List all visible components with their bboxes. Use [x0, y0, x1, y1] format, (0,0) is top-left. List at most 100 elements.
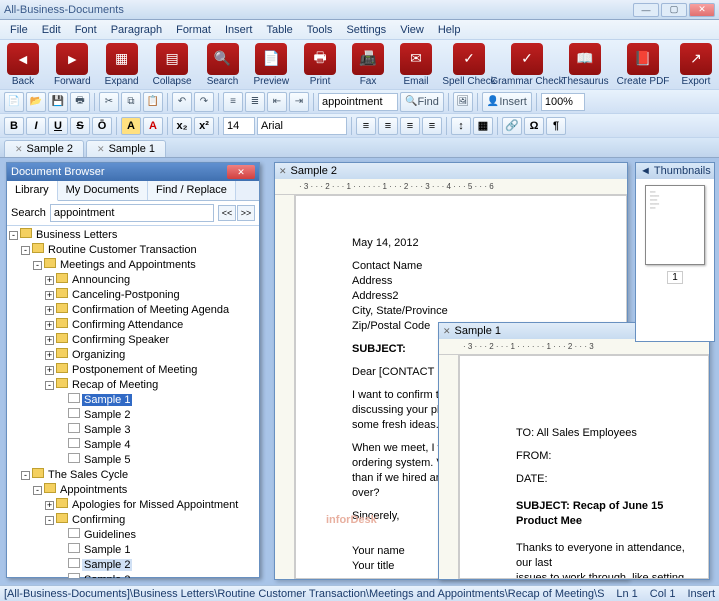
maximize-button[interactable]: ▢: [661, 3, 687, 17]
font-name-input[interactable]: [257, 117, 347, 135]
link-button[interactable]: 🔗: [502, 117, 522, 135]
menu-format[interactable]: Format: [170, 22, 217, 38]
doc-header[interactable]: ✕Sample 2: [275, 163, 627, 179]
panel-close-button[interactable]: ✕: [227, 165, 255, 179]
tree-label[interactable]: Organizing: [70, 349, 127, 361]
align-left-button[interactable]: ≡: [356, 117, 376, 135]
paste-icon[interactable]: 📋: [143, 92, 163, 112]
tree-node[interactable]: Guidelines: [9, 528, 257, 543]
create-pdf-button[interactable]: 📕Create PDF: [621, 43, 665, 87]
tree-node[interactable]: +Canceling-Postponing: [9, 288, 257, 303]
export-button[interactable]: ↗Export: [679, 43, 713, 87]
find-button[interactable]: 🔍Find: [400, 92, 444, 112]
line-spacing-button[interactable]: ↕: [451, 117, 471, 135]
tree-label[interactable]: Appointments: [58, 484, 129, 496]
fax-button[interactable]: 📠Fax: [351, 43, 385, 87]
thumbnails-title[interactable]: ◄Thumbnails: [636, 163, 714, 179]
font-color-button[interactable]: A: [143, 117, 163, 135]
tree-label[interactable]: Confirmation of Meeting Agenda: [70, 304, 231, 316]
spell-check-button[interactable]: ✓Spell Check: [447, 43, 491, 87]
tree-toggle-icon[interactable]: -: [9, 231, 18, 240]
tree-node[interactable]: -Meetings and Appointments: [9, 258, 257, 273]
tab-find-replace[interactable]: Find / Replace: [148, 181, 236, 200]
tree-toggle-icon[interactable]: +: [45, 501, 54, 510]
horizontal-ruler[interactable]: · 3 · · · 2 · · · 1 · · · · · · 1 · · · …: [275, 179, 627, 195]
close-icon[interactable]: ✕: [279, 166, 287, 177]
menu-insert[interactable]: Insert: [219, 22, 259, 38]
borders-button[interactable]: ▦: [473, 117, 493, 135]
cut-icon[interactable]: ✂: [99, 92, 119, 112]
panel-titlebar[interactable]: Document Browser ✕: [7, 163, 259, 181]
tree-label[interactable]: Postponement of Meeting: [70, 364, 199, 376]
tree-label[interactable]: Sample 2: [82, 409, 132, 421]
close-icon[interactable]: ✕: [443, 326, 451, 337]
tree-node[interactable]: +Announcing: [9, 273, 257, 288]
toolbar-search-input[interactable]: [318, 93, 398, 111]
tree-label[interactable]: Sample 1: [82, 394, 132, 406]
tree-label[interactable]: Sample 3: [82, 424, 132, 436]
tree-label[interactable]: Recap of Meeting: [70, 379, 160, 391]
image-icon[interactable]: 🖼: [453, 92, 473, 112]
tree-node[interactable]: +Confirmation of Meeting Agenda: [9, 303, 257, 318]
close-button[interactable]: ✕: [689, 3, 715, 17]
forward-button[interactable]: ►Forward: [54, 43, 91, 87]
tree-toggle-icon[interactable]: +: [45, 351, 54, 360]
tree-node[interactable]: Sample 1: [9, 543, 257, 558]
print-button[interactable]: 🖶Print: [303, 43, 337, 87]
tree-label[interactable]: Sample 1: [82, 544, 132, 556]
symbol-button[interactable]: Ω: [524, 117, 544, 135]
tree-node[interactable]: -Confirming: [9, 513, 257, 528]
print-icon[interactable]: 🖶: [70, 92, 90, 112]
back-button[interactable]: ◄Back: [6, 43, 40, 87]
numbering-icon[interactable]: ≣: [245, 92, 265, 112]
zoom-input[interactable]: [541, 93, 585, 111]
tree-label[interactable]: Confirming Attendance: [70, 319, 185, 331]
tree-node[interactable]: Sample 4: [9, 438, 257, 453]
document-tree[interactable]: -Business Letters-Routine Customer Trans…: [7, 226, 259, 578]
open-icon[interactable]: 📂: [26, 92, 46, 112]
tree-node[interactable]: + Confirming Attendance: [9, 318, 257, 333]
strike-button[interactable]: S: [70, 117, 90, 135]
tree-node[interactable]: + Organizing: [9, 348, 257, 363]
pilcrow-button[interactable]: ¶: [546, 117, 566, 135]
tree-node[interactable]: -Routine Customer Transaction: [9, 243, 257, 258]
align-right-button[interactable]: ≡: [400, 117, 420, 135]
tree-node[interactable]: -Appointments: [9, 483, 257, 498]
tree-label[interactable]: Sample 4: [82, 439, 132, 451]
tree-toggle-icon[interactable]: -: [33, 261, 42, 270]
tree-toggle-icon[interactable]: +: [45, 321, 54, 330]
thesaurus-button[interactable]: 📖Thesaurus: [563, 43, 607, 87]
underline-button[interactable]: U: [48, 117, 68, 135]
tab-sample2[interactable]: ✕Sample 2: [4, 140, 84, 157]
collapse-button[interactable]: ▤Collapse: [153, 43, 192, 87]
tree-toggle-icon[interactable]: +: [45, 276, 54, 285]
tree-node[interactable]: -The Sales Cycle: [9, 468, 257, 483]
highlight-button[interactable]: A: [121, 117, 141, 135]
indent-icon[interactable]: ⇥: [289, 92, 309, 112]
vertical-ruler[interactable]: [439, 355, 459, 579]
subscript-button[interactable]: x₂: [172, 117, 192, 135]
menu-tools[interactable]: Tools: [301, 22, 339, 38]
vertical-ruler[interactable]: [275, 195, 295, 579]
redo-icon[interactable]: ↷: [194, 92, 214, 112]
page-thumbnail[interactable]: ━━━━━━━━━━━━━━━━━━━━: [645, 185, 705, 265]
tree-node[interactable]: - Business Letters: [9, 228, 257, 243]
tab-sample1[interactable]: ✕Sample 1: [86, 140, 166, 157]
align-justify-button[interactable]: ≡: [422, 117, 442, 135]
tab-my-documents[interactable]: My Documents: [58, 181, 148, 200]
menu-help[interactable]: Help: [432, 22, 467, 38]
tree-label[interactable]: Business Letters: [34, 229, 119, 241]
tree-toggle-icon[interactable]: +: [45, 336, 54, 345]
tree-node[interactable]: +Confirming Speaker: [9, 333, 257, 348]
superscript-button[interactable]: x²: [194, 117, 214, 135]
expand-button[interactable]: ▦Expand: [105, 43, 139, 87]
tree-toggle-icon[interactable]: -: [21, 246, 30, 255]
email-button[interactable]: ✉Email: [399, 43, 433, 87]
undo-icon[interactable]: ↶: [172, 92, 192, 112]
tree-label[interactable]: Sample 2: [82, 559, 132, 571]
menu-edit[interactable]: Edit: [36, 22, 67, 38]
tree-toggle-icon[interactable]: -: [45, 381, 54, 390]
bold-button[interactable]: B: [4, 117, 24, 135]
menu-settings[interactable]: Settings: [340, 22, 392, 38]
tree-toggle-icon[interactable]: +: [45, 291, 54, 300]
